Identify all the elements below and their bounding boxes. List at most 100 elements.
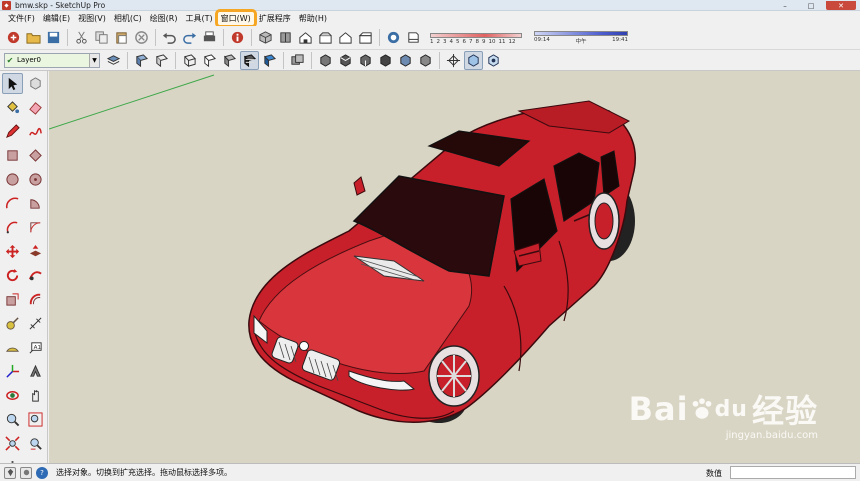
time-start: 09:14: [534, 36, 550, 43]
hidden-line-icon[interactable]: [200, 51, 219, 70]
measurements-input[interactable]: [730, 466, 856, 479]
menu-view[interactable]: 视图(V): [74, 11, 110, 26]
top-view-icon[interactable]: [276, 28, 295, 47]
wireframe-icon[interactable]: [180, 51, 199, 70]
shaded-textures-icon[interactable]: [240, 50, 259, 70]
make-component-icon[interactable]: [25, 73, 46, 94]
sketchup-logo-icon[interactable]: [4, 28, 23, 47]
month-label: 12: [508, 38, 516, 45]
save-icon[interactable]: [44, 28, 63, 47]
scale-icon[interactable]: [2, 289, 23, 310]
front-view-icon[interactable]: [296, 28, 315, 47]
shadow-toggle-icon[interactable]: [384, 28, 403, 47]
credits-icon[interactable]: [20, 466, 32, 479]
three-point-arc-icon[interactable]: [25, 217, 46, 238]
fog-icon[interactable]: [404, 28, 423, 47]
month-label: 7: [469, 38, 473, 45]
protractor-icon[interactable]: [2, 337, 23, 358]
print-icon[interactable]: [200, 28, 219, 47]
move-icon[interactable]: [2, 241, 23, 262]
tape-measure-icon[interactable]: [2, 313, 23, 334]
rectangle-icon[interactable]: [2, 145, 23, 166]
menu-draw[interactable]: 绘图(R): [146, 11, 182, 26]
close-button[interactable]: ✕: [826, 1, 856, 10]
pan-tool-icon[interactable]: [25, 385, 46, 406]
menu-camera[interactable]: 相机(C): [110, 11, 146, 26]
watermark-logo-left: Bai: [628, 390, 689, 428]
back-small-icon[interactable]: [396, 51, 415, 70]
open-icon[interactable]: [24, 28, 43, 47]
redo-icon[interactable]: [180, 28, 199, 47]
toolbar-separator: [311, 51, 312, 69]
walk-icon[interactable]: [444, 51, 463, 70]
copy-icon[interactable]: [92, 28, 111, 47]
circle-icon[interactable]: [2, 169, 23, 190]
left-view-icon[interactable]: [356, 28, 375, 47]
paste-icon[interactable]: [112, 28, 131, 47]
time-slider[interactable]: [534, 30, 628, 36]
menu-tools[interactable]: 工具(T): [182, 11, 217, 26]
month-label: 5: [456, 38, 460, 45]
two-point-arc-icon[interactable]: [2, 217, 23, 238]
right-small-icon[interactable]: [376, 51, 395, 70]
window-controls: – □ ✕: [774, 0, 856, 11]
undo-icon[interactable]: [160, 28, 179, 47]
eraser-icon[interactable]: [25, 97, 46, 118]
chevron-down-icon[interactable]: ▼: [89, 53, 99, 67]
geo-location-icon[interactable]: [4, 466, 16, 479]
paint-bucket-icon[interactable]: [2, 97, 23, 118]
polygon-icon[interactable]: [25, 169, 46, 190]
xray-icon[interactable]: [132, 51, 151, 70]
zoom-icon[interactable]: [2, 409, 23, 430]
orbit-tool-icon[interactable]: [2, 385, 23, 406]
orbit-icon[interactable]: [464, 50, 483, 70]
help-icon[interactable]: ?: [36, 466, 48, 479]
shaded-icon[interactable]: [220, 51, 239, 70]
offset-icon[interactable]: [25, 289, 46, 310]
freehand-icon[interactable]: [25, 121, 46, 142]
text-icon[interactable]: A1: [25, 337, 46, 358]
menu-edit[interactable]: 编辑(E): [39, 11, 74, 26]
rotate-icon[interactable]: [2, 265, 23, 286]
zoom-extents-icon[interactable]: [2, 433, 23, 454]
back-edges-icon[interactable]: [152, 51, 171, 70]
menu-extensions[interactable]: 扩展程序: [255, 11, 295, 26]
cut-icon[interactable]: [72, 28, 91, 47]
monochrome-icon[interactable]: [260, 51, 279, 70]
layer-dropdown[interactable]: ✔ Layer0 ▼: [4, 52, 100, 68]
arc-icon[interactable]: [2, 193, 23, 214]
model-viewport[interactable]: Bai du 经验 jingyan.baidu.com: [49, 71, 860, 463]
component-icon[interactable]: [288, 51, 307, 70]
previous-view-icon[interactable]: [25, 433, 46, 454]
watermark-logo-mid: du: [714, 396, 748, 422]
pie-icon[interactable]: [25, 193, 46, 214]
erase-icon[interactable]: [132, 28, 151, 47]
minimize-button[interactable]: –: [774, 1, 796, 10]
left-small-icon[interactable]: [416, 51, 435, 70]
maximize-button[interactable]: □: [800, 1, 822, 10]
pencil-line-icon[interactable]: [2, 121, 23, 142]
menu-help[interactable]: 帮助(H): [295, 11, 331, 26]
axes-icon[interactable]: [2, 361, 23, 382]
push-pull-icon[interactable]: [25, 241, 46, 262]
month-label: 1: [430, 38, 434, 45]
dimension-icon[interactable]: [25, 313, 46, 334]
model-info-icon[interactable]: [228, 28, 247, 47]
menu-file[interactable]: 文件(F): [4, 11, 39, 26]
menu-window[interactable]: 窗口(W): [214, 9, 257, 28]
iso-small-icon[interactable]: [316, 51, 335, 70]
front-small-icon[interactable]: [356, 51, 375, 70]
layer-manager-icon[interactable]: [104, 51, 123, 70]
iso-view-icon[interactable]: [256, 28, 275, 47]
rotated-rectangle-icon[interactable]: [25, 145, 46, 166]
month-label: 8: [475, 38, 480, 45]
zoom-window-icon[interactable]: [25, 409, 46, 430]
follow-me-icon[interactable]: [25, 265, 46, 286]
back-view-icon[interactable]: [336, 28, 355, 47]
pan-icon[interactable]: [484, 51, 503, 70]
month-slider[interactable]: [430, 32, 522, 38]
3d-text-icon[interactable]: [25, 361, 46, 382]
right-view-icon[interactable]: [316, 28, 335, 47]
select-icon[interactable]: [2, 73, 23, 94]
top-small-icon[interactable]: [336, 51, 355, 70]
